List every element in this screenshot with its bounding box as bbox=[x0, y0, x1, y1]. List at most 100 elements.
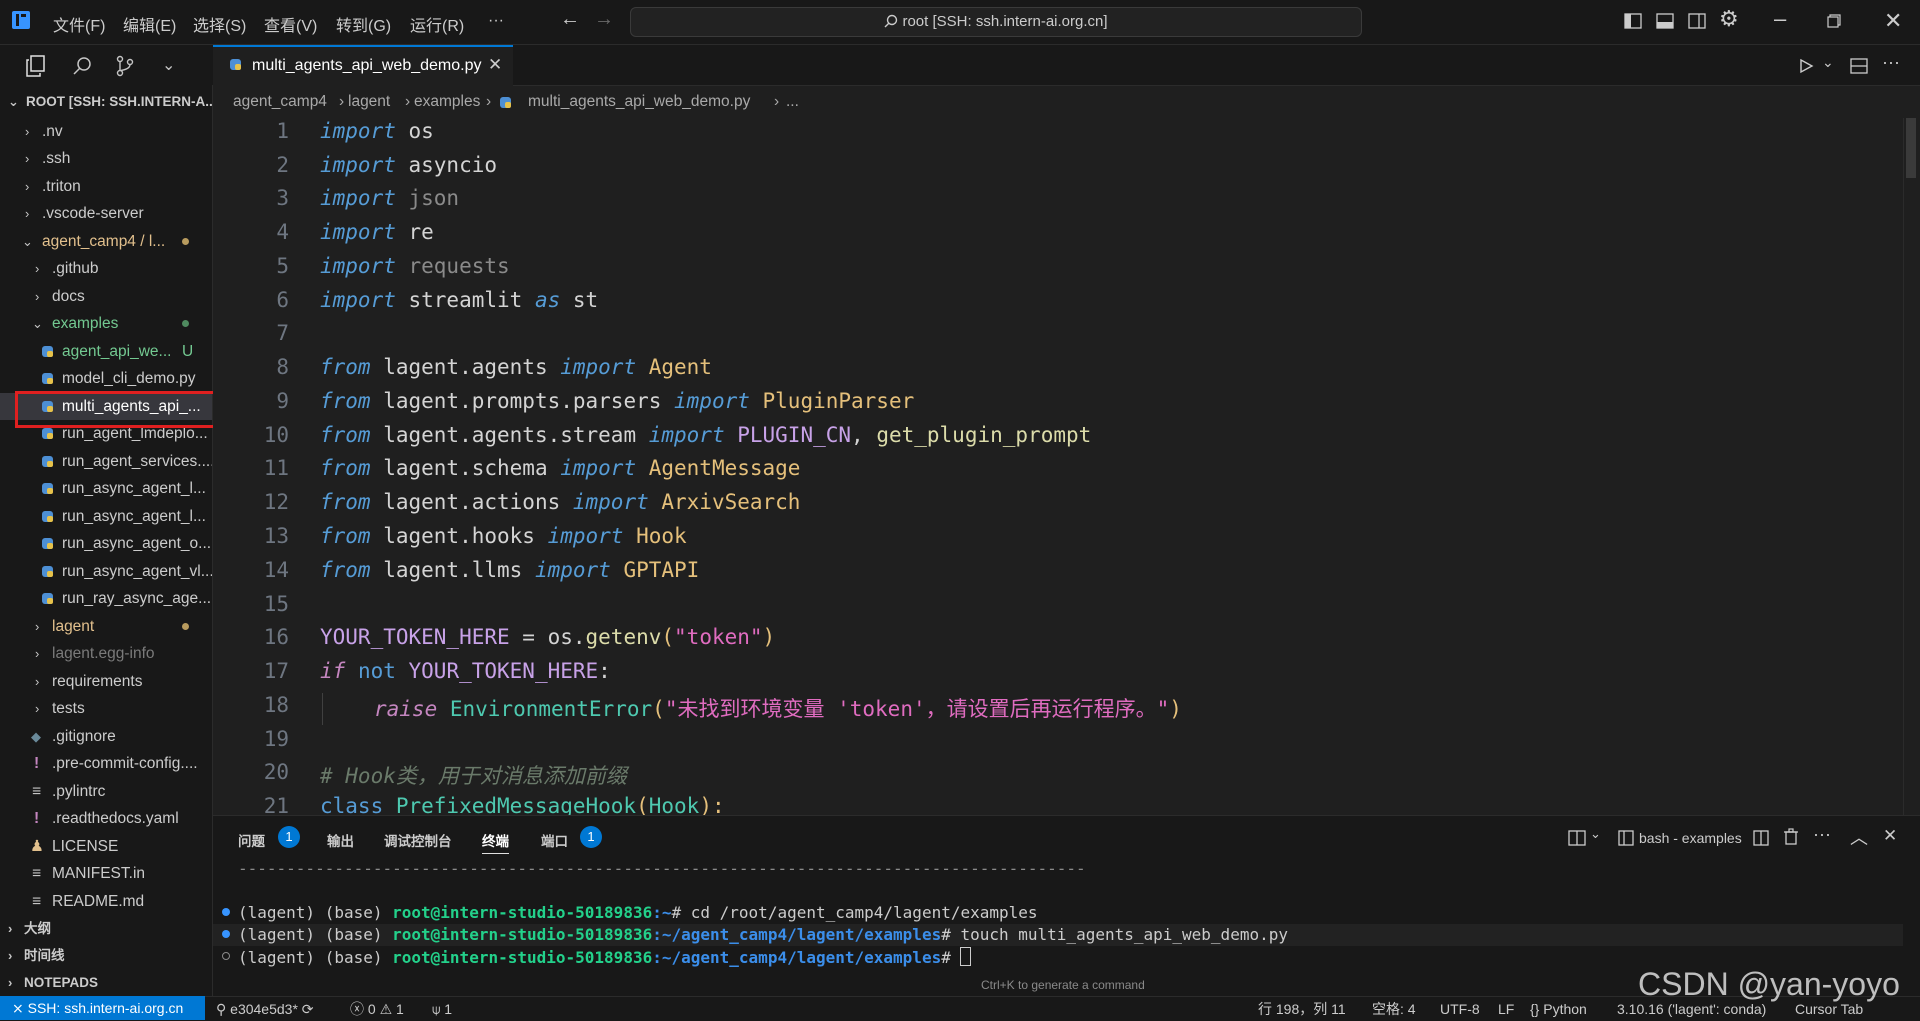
maximize-panel-icon[interactable]: ︿ bbox=[1850, 824, 1868, 850]
tree-item-lagent[interactable]: › lagent bbox=[0, 613, 212, 640]
terminal-env: (lagent) (base) bbox=[238, 903, 393, 922]
indentation[interactable]: 空格: 4 bbox=[1372, 997, 1416, 1021]
close-panel-icon[interactable]: ✕ bbox=[1883, 826, 1897, 846]
back-arrow-icon[interactable]: ← bbox=[560, 8, 580, 31]
forwarded-ports-status[interactable]: ⍦ 1 bbox=[432, 997, 452, 1021]
menu-go[interactable]: 转到(G) bbox=[336, 12, 391, 36]
close-window-icon[interactable]: ✕ bbox=[1884, 8, 1902, 34]
more-actions-icon[interactable]: ··· bbox=[1882, 52, 1900, 73]
tree-item-lagent-egg-info[interactable]: › lagent.egg-info bbox=[0, 640, 212, 667]
tab-problems[interactable]: 问题 bbox=[238, 830, 265, 850]
tree-item-gitignore[interactable]: ◆ .gitignore bbox=[0, 723, 212, 750]
tab-terminal[interactable]: 终端 bbox=[482, 830, 509, 854]
tree-label: requirements bbox=[52, 673, 143, 690]
tree-item-pylintrc[interactable]: ≡ .pylintrc bbox=[0, 778, 212, 805]
tree-item-ssh[interactable]: › .ssh bbox=[0, 145, 212, 172]
end-of-line[interactable]: LF bbox=[1498, 997, 1514, 1021]
code-line: YOUR_TOKEN_HERE = os.getenv("token") bbox=[320, 625, 775, 649]
split-editor-icon[interactable] bbox=[1850, 57, 1868, 75]
tree-item-run-async-agent-vl[interactable]: run_async_agent_vl... bbox=[0, 558, 212, 585]
tree-item-manifest[interactable]: ≡ MANIFEST.in bbox=[0, 860, 212, 887]
code-editor[interactable]: 1 2 3 4 5 6 7 8 9 10 11 12 13 14 15 16 1… bbox=[213, 118, 1920, 815]
toggle-secondary-sidebar-icon[interactable] bbox=[1688, 12, 1706, 30]
cursor-position[interactable]: 行 198，列 11 bbox=[1258, 997, 1346, 1021]
menu-selection[interactable]: 选择(S) bbox=[193, 12, 246, 36]
tree-item-tests[interactable]: › tests bbox=[0, 695, 212, 722]
settings-gear-icon[interactable]: ⚙ bbox=[1719, 6, 1739, 32]
section-timeline[interactable]: › 时间线 bbox=[0, 942, 212, 969]
tab-debug-console[interactable]: 调试控制台 bbox=[384, 830, 452, 850]
section-outline[interactable]: › 大纲 bbox=[0, 915, 212, 942]
tree-item-readme[interactable]: ≡ README.md bbox=[0, 888, 212, 915]
scrollbar-thumb[interactable] bbox=[1906, 118, 1916, 178]
toggle-panel-icon[interactable] bbox=[1656, 12, 1674, 30]
menu-run[interactable]: 运行(R) bbox=[410, 12, 464, 36]
breadcrumb-lagent[interactable]: lagent bbox=[348, 93, 390, 111]
tree-item-agent-api-web[interactable]: agent_api_we... U bbox=[0, 338, 212, 365]
breadcrumb-examples[interactable]: examples bbox=[414, 93, 480, 111]
tree-item-vscode-server[interactable]: › .vscode-server bbox=[0, 200, 212, 227]
minimize-icon[interactable]: – bbox=[1774, 6, 1786, 32]
editor-scrollbar[interactable] bbox=[1903, 118, 1918, 815]
tree-item-readthedocs[interactable]: ! .readthedocs.yaml bbox=[0, 805, 212, 832]
menu-more[interactable]: ··· bbox=[488, 12, 504, 30]
more-actions-icon[interactable]: ··· bbox=[1813, 824, 1831, 845]
tree-item-github[interactable]: › .github bbox=[0, 255, 212, 282]
tree-item-run-async-agent-o[interactable]: run_async_agent_o... bbox=[0, 530, 212, 557]
identifier: os bbox=[395, 119, 434, 143]
breadcrumb-symbol[interactable]: ... bbox=[786, 93, 799, 111]
tree-item-agent-camp4[interactable]: ⌄ agent_camp4 / l... bbox=[0, 228, 212, 255]
terminal-name[interactable]: bash - examples bbox=[1639, 830, 1742, 846]
new-terminal-layout-icon[interactable] bbox=[1568, 829, 1586, 847]
tree-item-pre-commit-config[interactable]: ! .pre-commit-config.... bbox=[0, 750, 212, 777]
toggle-primary-sidebar-icon[interactable] bbox=[1624, 12, 1642, 30]
terminal-line[interactable]: (lagent) (base) root@intern-studio-50189… bbox=[238, 947, 972, 967]
close-tab-icon[interactable]: ✕ bbox=[488, 55, 502, 75]
command-center-search[interactable]: root [SSH: ssh.intern-ai.org.cn] bbox=[630, 7, 1362, 37]
tab-output[interactable]: 输出 bbox=[327, 830, 354, 850]
language-mode[interactable]: {} Python bbox=[1530, 997, 1587, 1021]
tree-item-run-async-agent-1[interactable]: run_async_agent_l... bbox=[0, 475, 212, 502]
search-icon[interactable] bbox=[72, 56, 92, 76]
split-terminal-icon[interactable] bbox=[1753, 829, 1769, 847]
menu-file[interactable]: 文件(F) bbox=[53, 12, 105, 36]
keyword: not bbox=[345, 659, 409, 683]
chevron-right-icon: › bbox=[8, 921, 13, 936]
tree-item-requirements[interactable]: › requirements bbox=[0, 668, 212, 695]
menu-edit[interactable]: 编辑(E) bbox=[123, 12, 176, 36]
tree-item-license[interactable]: ♟ LICENSE bbox=[0, 833, 212, 860]
section-notepads[interactable]: › NOTEPADS bbox=[0, 969, 212, 996]
forward-arrow-icon[interactable]: → bbox=[594, 8, 614, 31]
tree-item-run-async-agent-2[interactable]: run_async_agent_l... bbox=[0, 503, 212, 530]
identifier: lagent.prompts.parsers bbox=[370, 389, 675, 413]
breadcrumb-file[interactable]: multi_agents_api_web_demo.py bbox=[528, 93, 750, 111]
explorer-files-icon[interactable] bbox=[26, 55, 46, 77]
trash-icon[interactable] bbox=[1783, 828, 1799, 846]
tree-item-triton[interactable]: › .triton bbox=[0, 173, 212, 200]
tab-multi-agents-api-web-demo[interactable]: multi_agents_api_web_demo.py ✕ bbox=[213, 45, 513, 86]
line-number: 2 bbox=[276, 153, 289, 177]
explorer-root-header[interactable]: ⌄ ROOT [SSH: SSH.INTERN-A... bbox=[0, 88, 212, 115]
chevron-down-icon[interactable]: ⌄ bbox=[162, 55, 175, 75]
breadcrumb-agent-camp4[interactable]: agent_camp4 bbox=[233, 93, 327, 111]
explorer-sidebar: ⌄ ROOT [SSH: SSH.INTERN-A... › .nv › .ssh … bbox=[0, 85, 213, 996]
menu-view[interactable]: 查看(V) bbox=[264, 12, 317, 36]
chevron-down-icon[interactable]: ⌄ bbox=[1822, 54, 1834, 71]
tree-item-docs[interactable]: › docs bbox=[0, 283, 212, 310]
encoding[interactable]: UTF-8 bbox=[1440, 997, 1480, 1021]
git-branch[interactable]: ⚲ e304e5d3* ⟳ bbox=[216, 997, 314, 1021]
tree-item-run-ray-async[interactable]: run_ray_async_age... bbox=[0, 585, 212, 612]
chevron-down-icon[interactable]: ⌄ bbox=[1590, 826, 1601, 842]
remote-indicator[interactable]: ⨯ SSH: ssh.intern-ai.org.cn bbox=[0, 996, 205, 1020]
chevron-right-icon: › bbox=[35, 646, 40, 661]
tree-item-nv[interactable]: › .nv bbox=[0, 118, 212, 145]
identifier: lagent.hooks bbox=[370, 524, 548, 548]
tree-item-examples[interactable]: ⌄ examples bbox=[0, 310, 212, 337]
tree-item-run-agent-services[interactable]: run_agent_services.... bbox=[0, 448, 212, 475]
source-control-icon[interactable] bbox=[115, 55, 135, 77]
restore-icon[interactable] bbox=[1827, 14, 1841, 28]
run-play-icon[interactable] bbox=[1798, 58, 1814, 74]
tab-ports[interactable]: 端口 bbox=[541, 830, 568, 850]
problems-status[interactable]: ⓧ 0 ⚠ 1 bbox=[350, 997, 404, 1021]
tree-item-model-cli-demo[interactable]: model_cli_demo.py bbox=[0, 365, 212, 392]
